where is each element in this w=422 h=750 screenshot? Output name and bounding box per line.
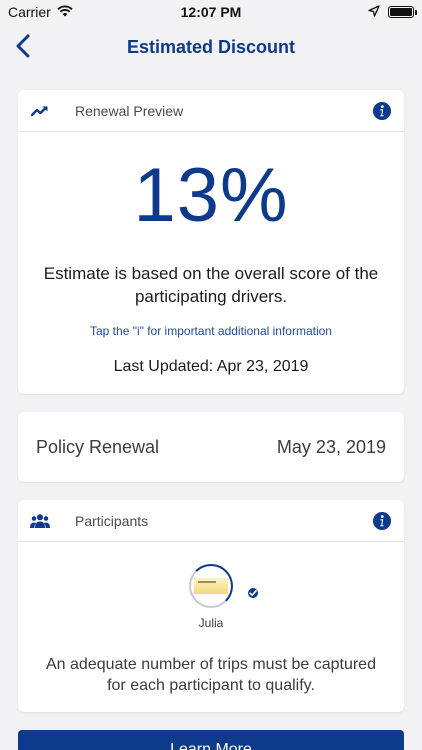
renewal-preview-header: Renewal Preview (18, 90, 404, 132)
discount-percent: 13% (133, 153, 289, 238)
battery-level (390, 8, 412, 16)
check-badge-icon (246, 586, 260, 600)
tap-info-hint: Tap the "i" for important additional inf… (90, 324, 332, 338)
location-arrow-icon (368, 4, 380, 20)
participants-header: Participants (18, 500, 404, 542)
wifi-icon (57, 4, 73, 20)
renewal-preview-card: Renewal Preview 13% Estimate is based on… (18, 90, 404, 394)
status-left: Carrier (8, 4, 73, 20)
estimate-description: Estimate is based on the overall score o… (43, 264, 379, 306)
participant-name: Julia (198, 616, 224, 630)
participant-julia[interactable]: Julia (18, 564, 404, 630)
screen: Carrier 12:07 PM Estimated Discount Rene… (0, 0, 422, 750)
renewal-preview-title: Renewal Preview (75, 102, 184, 119)
status-right (368, 4, 417, 20)
last-updated: Last Updated: Apr 23, 2019 (113, 358, 309, 375)
qualify-note: An adequate number of trips must be capt… (46, 656, 376, 694)
status-bar: Carrier 12:07 PM (0, 0, 422, 24)
participants-title: Participants (75, 512, 149, 529)
avatar-image (194, 578, 228, 594)
battery-icon (388, 6, 417, 18)
page-title: Estimated Discount (126, 37, 296, 57)
policy-renewal-date: May 23, 2019 (276, 436, 386, 457)
learn-more-button[interactable]: Learn More (18, 730, 404, 750)
participants-card: Participants Julia An adequate number of… (18, 500, 404, 712)
policy-renewal-card: Policy Renewal May 23, 2019 (18, 412, 404, 482)
people-icon (30, 511, 50, 531)
policy-renewal-label: Policy Renewal (36, 436, 160, 457)
trend-up-icon (30, 101, 50, 121)
avatar (189, 564, 233, 608)
info-icon[interactable] (372, 101, 392, 121)
nav-bar: Estimated Discount (0, 24, 422, 72)
info-icon[interactable] (372, 511, 392, 531)
carrier-label: Carrier (8, 4, 51, 20)
